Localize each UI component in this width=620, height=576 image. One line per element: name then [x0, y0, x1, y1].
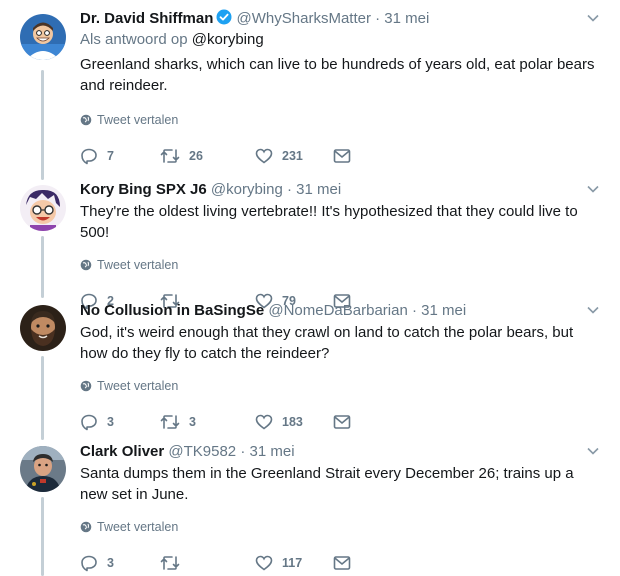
firefighter-photo-avatar-icon — [20, 446, 66, 492]
tweet-date[interactable]: 31 mei — [421, 302, 466, 319]
user-handle[interactable]: @NomeDaBarbarian — [268, 302, 407, 319]
globe-icon — [80, 259, 92, 271]
heart-icon — [255, 555, 273, 571]
user-handle[interactable]: @korybing — [211, 181, 283, 198]
thread-line — [41, 356, 44, 440]
reply-context: Als antwoord op @korybing — [80, 31, 600, 48]
heart-icon — [255, 148, 273, 164]
globe-icon — [80, 380, 92, 392]
tweet-actions: 3 117 — [80, 553, 600, 573]
envelope-icon — [333, 556, 351, 570]
reply-button[interactable]: 3 — [80, 554, 160, 572]
retweet-button[interactable] — [160, 554, 255, 572]
cartoon-shark-avatar-icon — [20, 14, 66, 60]
retweet-button[interactable]: 26 — [160, 147, 255, 165]
retweet-count: 3 — [189, 415, 196, 429]
retweet-button[interactable]: 3 — [160, 413, 255, 431]
like-button[interactable]: 117 — [255, 554, 333, 572]
reply-count: 3 — [107, 415, 114, 429]
avatar[interactable] — [20, 305, 66, 351]
reply-count: 3 — [107, 556, 114, 570]
envelope-icon — [333, 415, 351, 429]
direct-message-button[interactable] — [333, 414, 351, 430]
reply-button[interactable]: 7 — [80, 147, 160, 165]
thread-line — [41, 70, 44, 180]
retweet-icon — [160, 556, 180, 570]
translate-label: Tweet vertalen — [97, 379, 179, 393]
tweet-date[interactable]: 31 mei — [250, 443, 295, 460]
translate-label: Tweet vertalen — [97, 113, 179, 127]
avatar[interactable] — [20, 446, 66, 492]
tweet-text: God, it's weird enough that they crawl o… — [80, 324, 574, 362]
tweet-actions: 7 26 231 — [80, 146, 600, 166]
reply-icon — [81, 555, 97, 572]
bearded-man-photo-avatar-icon — [20, 305, 66, 351]
retweet-icon — [160, 149, 180, 163]
tweet-text: They're the oldest living vertebrate!! I… — [80, 203, 578, 241]
like-button[interactable]: 231 — [255, 147, 333, 165]
translate-tweet-link[interactable]: Tweet vertalen — [80, 258, 600, 272]
heart-icon — [255, 414, 273, 430]
thread-line — [41, 497, 44, 576]
chevron-down-icon[interactable] — [586, 181, 600, 203]
reply-icon — [81, 148, 97, 165]
thread-line — [41, 236, 44, 298]
direct-message-button[interactable] — [333, 555, 351, 571]
separator-dot: · — [375, 10, 381, 27]
tweet-date[interactable]: 31 mei — [296, 181, 341, 198]
like-button[interactable]: 183 — [255, 413, 333, 431]
globe-icon — [80, 521, 92, 533]
translate-label: Tweet vertalen — [97, 520, 179, 534]
display-name[interactable]: Kory Bing SPX J6 — [80, 181, 207, 198]
tweet-actions: 3 3 183 — [80, 412, 600, 432]
tweet-text: Santa dumps them in the Greenland Strait… — [80, 465, 574, 503]
translate-tweet-link[interactable]: Tweet vertalen — [80, 113, 600, 127]
reply-icon — [81, 414, 97, 431]
reply-mention-link[interactable]: @korybing — [192, 31, 264, 48]
user-handle[interactable]: @WhySharksMatter — [237, 10, 371, 27]
envelope-icon — [333, 149, 351, 163]
chevron-down-icon[interactable] — [586, 443, 600, 465]
reply-button[interactable]: 3 — [80, 413, 160, 431]
translate-tweet-link[interactable]: Tweet vertalen — [80, 520, 600, 534]
retweet-icon — [160, 415, 180, 429]
direct-message-button[interactable] — [333, 148, 351, 164]
tweet-text: Greenland sharks, which can live to be h… — [80, 56, 595, 94]
like-count: 183 — [282, 415, 303, 429]
chevron-down-icon[interactable] — [586, 302, 600, 324]
separator-dot: · — [240, 443, 246, 460]
globe-icon — [80, 114, 92, 126]
like-count: 231 — [282, 149, 303, 163]
verified-badge-icon — [216, 9, 232, 32]
reply-prefix: Als antwoord op — [80, 31, 188, 48]
retweet-count: 26 — [189, 149, 203, 163]
avatar[interactable] — [20, 14, 66, 60]
separator-dot: · — [286, 181, 292, 198]
reply-count: 7 — [107, 149, 114, 163]
translate-tweet-link[interactable]: Tweet vertalen — [80, 379, 600, 393]
separator-dot: · — [411, 302, 417, 319]
display-name[interactable]: Dr. David Shiffman — [80, 10, 213, 27]
translate-label: Tweet vertalen — [97, 258, 179, 272]
display-name[interactable]: Clark Oliver — [80, 443, 164, 460]
avatar[interactable] — [20, 185, 66, 231]
tweet-date[interactable]: 31 mei — [384, 10, 429, 27]
chevron-down-icon[interactable] — [586, 10, 600, 32]
cartoon-character-avatar-icon — [20, 185, 66, 231]
display-name[interactable]: No Collusion in BaSingSe — [80, 302, 264, 319]
like-count: 117 — [282, 556, 303, 570]
user-handle[interactable]: @TK9582 — [168, 443, 236, 460]
